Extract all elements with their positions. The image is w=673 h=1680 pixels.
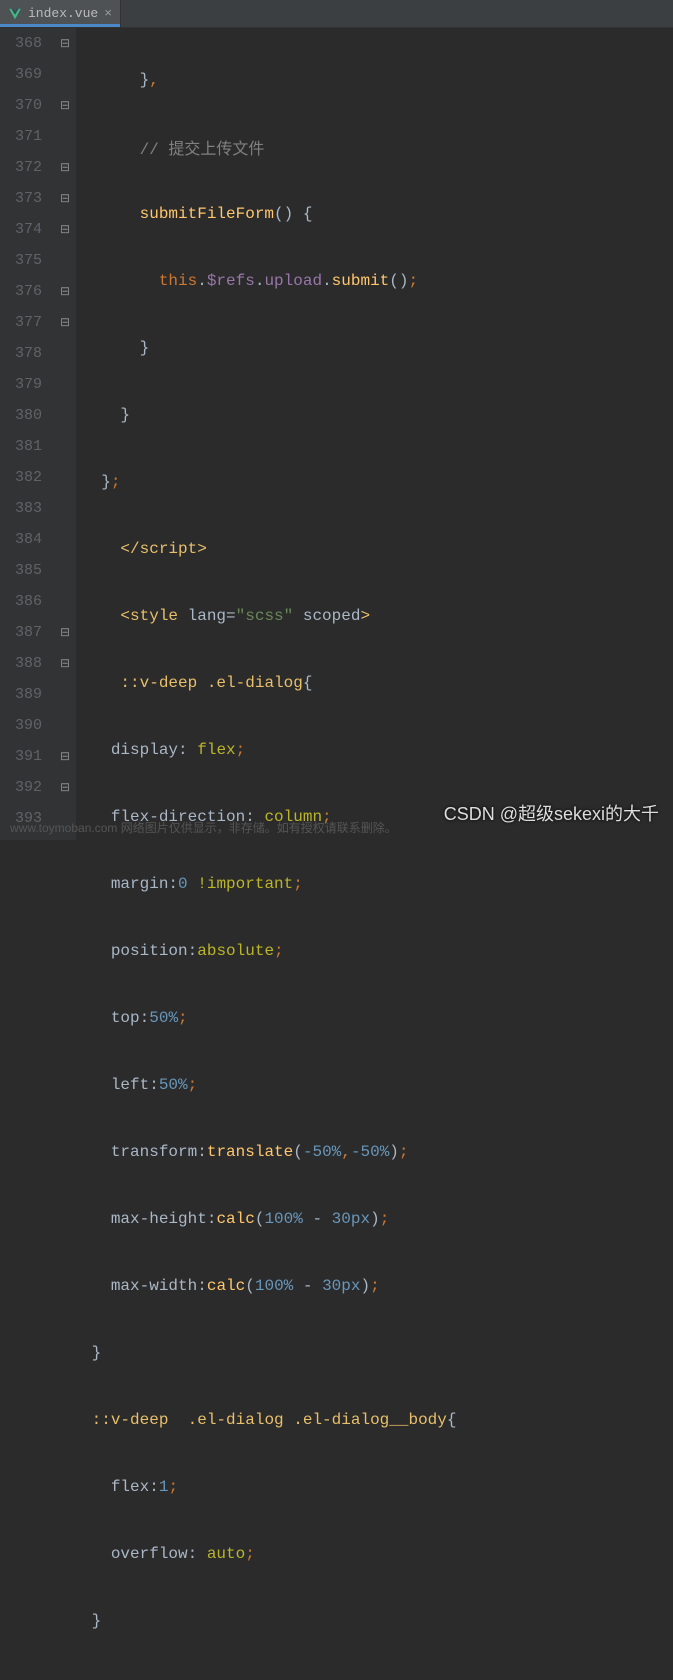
line-number: 384 [0, 524, 42, 555]
line-number: 379 [0, 369, 42, 400]
code-line: <style lang="scss" scoped> [82, 600, 673, 631]
fold-toggle-icon[interactable]: ⊟ [58, 315, 72, 329]
tab-active-indicator [0, 24, 120, 27]
fold-toggle-icon[interactable]: ⊟ [58, 780, 72, 794]
code-line: }; [82, 466, 673, 497]
line-number: 373 [0, 183, 42, 214]
line-number: 370 [0, 90, 42, 121]
credit-text: CSDN @超级sekexi的大千 [444, 800, 659, 826]
code-line: } [82, 399, 673, 430]
tab-index-vue[interactable]: index.vue × [0, 0, 121, 27]
line-number: 382 [0, 462, 42, 493]
watermark-text: www.toymoban.com 网络图片仅供显示，非存储。如有授权请联系删除。 [10, 819, 397, 836]
code-line: submitFileForm() { [82, 198, 673, 229]
line-number: 383 [0, 493, 42, 524]
line-number: 391 [0, 741, 42, 772]
line-number: 377 [0, 307, 42, 338]
fold-toggle-icon[interactable]: ⊟ [58, 36, 72, 50]
line-number: 375 [0, 245, 42, 276]
code-line: } [82, 1337, 673, 1368]
code-line: </script> [82, 533, 673, 564]
line-number: 372 [0, 152, 42, 183]
line-number: 376 [0, 276, 42, 307]
line-number: 378 [0, 338, 42, 369]
line-number: 389 [0, 679, 42, 710]
code-line: max-height:calc(100% - 30px); [82, 1203, 673, 1234]
fold-toggle-icon[interactable]: ⊟ [58, 191, 72, 205]
tab-label: index.vue [28, 6, 98, 21]
fold-toggle-icon[interactable]: ⊟ [58, 656, 72, 670]
line-number: 380 [0, 400, 42, 431]
line-number: 385 [0, 555, 42, 586]
code-editor[interactable]: 3683693703713723733743753763773783793803… [0, 28, 673, 840]
fold-toggle-icon[interactable]: ⊟ [58, 625, 72, 639]
line-number: 390 [0, 710, 42, 741]
vue-icon [8, 7, 22, 21]
code-line: this.$refs.upload.submit(); [82, 265, 673, 296]
line-number: 392 [0, 772, 42, 803]
fold-toggle-icon[interactable]: ⊟ [58, 284, 72, 298]
line-number: 371 [0, 121, 42, 152]
code-line: display: flex; [82, 734, 673, 765]
code-line: flex:1; [82, 1471, 673, 1502]
line-number: 387 [0, 617, 42, 648]
fold-toggle-icon[interactable]: ⊟ [58, 222, 72, 236]
fold-column: ⊟ ⊟ ⊟ ⊟ ⊟ ⊟ ⊟ ⊟ ⊟ ⊟ ⊟ [56, 28, 76, 840]
close-icon[interactable]: × [104, 6, 112, 21]
line-number: 374 [0, 214, 42, 245]
line-number-gutter: 3683693703713723733743753763773783793803… [0, 28, 56, 840]
line-number: 368 [0, 28, 42, 59]
code-line: margin:0 !important; [82, 868, 673, 899]
line-number: 388 [0, 648, 42, 679]
code-line: max-width:calc(100% - 30px); [82, 1270, 673, 1301]
code-line: left:50%; [82, 1069, 673, 1100]
code-line: // 提交上传文件 [82, 131, 673, 162]
fold-toggle-icon[interactable]: ⊟ [58, 160, 72, 174]
line-number: 386 [0, 586, 42, 617]
code-line: position:absolute; [82, 935, 673, 966]
tab-bar: index.vue × [0, 0, 673, 28]
code-line: } [82, 332, 673, 363]
code-line: transform:translate(-50%,-50%); [82, 1136, 673, 1167]
code-line: ::v-deep .el-dialog{ [82, 667, 673, 698]
line-number: 381 [0, 431, 42, 462]
code-line: top:50%; [82, 1002, 673, 1033]
line-number: 369 [0, 59, 42, 90]
code-line: } [82, 1605, 673, 1636]
code-line: }, [82, 64, 673, 95]
code-line: ::v-deep .el-dialog .el-dialog__body{ [82, 1404, 673, 1435]
code-content[interactable]: }, // 提交上传文件 submitFileForm() { this.$re… [76, 28, 673, 840]
code-line: overflow: auto; [82, 1538, 673, 1569]
code-line: </style> [82, 1672, 673, 1680]
fold-toggle-icon[interactable]: ⊟ [58, 749, 72, 763]
fold-toggle-icon[interactable]: ⊟ [58, 98, 72, 112]
